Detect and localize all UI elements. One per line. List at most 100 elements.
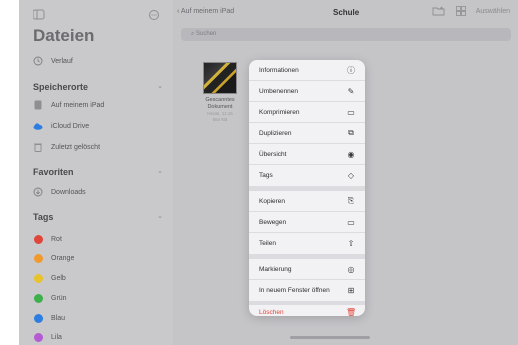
- home-indicator: [290, 336, 370, 339]
- sidebar-item-tag-blue[interactable]: Blau: [33, 310, 65, 326]
- document-thumbnail: [203, 62, 237, 94]
- sidebar-item-label: Zuletzt gelöscht: [51, 143, 101, 151]
- menu-item-label: Duplizieren: [259, 129, 292, 137]
- file-size: 554 KB: [212, 117, 228, 122]
- sidebar-item-recents[interactable]: Verlauf: [33, 53, 73, 69]
- menu-item-quick-look[interactable]: Übersicht ◉: [249, 144, 365, 165]
- menu-item-label: Kopieren: [259, 197, 286, 205]
- tag-color-dot: [33, 234, 43, 244]
- section-header-favorites[interactable]: Favoriten ⌄: [33, 167, 163, 177]
- menu-item-label: Übersicht: [259, 150, 287, 158]
- sidebar-item-tag-purple[interactable]: Lila: [33, 329, 62, 345]
- clock-icon: [33, 56, 43, 66]
- share-icon: ⇧: [347, 239, 355, 248]
- files-app-window: Dateien Verlauf Speicherorte ⌄ Auf meine…: [0, 0, 518, 345]
- sidebar-item-label: iCloud Drive: [51, 122, 90, 130]
- sidebar-toggle-icon[interactable]: [32, 9, 161, 21]
- menu-item-label: Bewegen: [259, 218, 287, 226]
- markup-icon: ◎: [347, 264, 355, 274]
- sidebar-item-recently-deleted[interactable]: Zuletzt gelöscht: [33, 139, 100, 155]
- section-title: Speicherorte: [33, 82, 89, 92]
- sidebar-item-label: Verlauf: [51, 57, 73, 65]
- ipad-icon: [33, 100, 43, 110]
- download-icon: [33, 187, 43, 197]
- menu-item-duplicate[interactable]: Duplizieren ⧉: [249, 123, 365, 144]
- search-field[interactable]: ⌕ Suchen: [181, 28, 511, 41]
- tag-icon: ◇: [347, 171, 355, 180]
- pencil-icon: ✎: [347, 86, 355, 96]
- page-title: Schule: [333, 8, 360, 17]
- info-icon: ⓘ: [347, 65, 355, 75]
- menu-item-label: Umbenennen: [259, 87, 299, 95]
- trash-icon: [33, 142, 43, 152]
- sidebar-item-tag-red[interactable]: Rot: [33, 231, 62, 247]
- menu-item-markup[interactable]: Markierung ◎: [249, 259, 365, 280]
- section-header-locations[interactable]: Speicherorte ⌄: [33, 82, 163, 92]
- file-item[interactable]: Gescanntes Dokument Heute, 11:15 554 KB: [200, 62, 240, 123]
- section-title: Favoriten: [33, 167, 74, 177]
- section-header-tags[interactable]: Tags ⌄: [33, 212, 163, 222]
- sidebar-item-downloads[interactable]: Downloads: [33, 184, 86, 200]
- menu-item-label: Teilen: [259, 240, 276, 247]
- menu-item-share[interactable]: Teilen ⇧: [249, 233, 365, 254]
- menu-item-label: Tags: [259, 172, 273, 179]
- sidebar-title: Dateien: [33, 26, 95, 45]
- copy-icon: ⎘: [347, 196, 355, 205]
- sidebar-item-label: Gelb: [51, 274, 66, 282]
- sidebar: Dateien Verlauf Speicherorte ⌄ Auf meine…: [19, 0, 173, 345]
- menu-item-label: Komprimieren: [259, 108, 300, 116]
- sidebar-item-label: Orange: [51, 254, 75, 262]
- menu-item-label: Markierung: [259, 265, 292, 273]
- chevron-down-icon: ⌄: [157, 213, 163, 220]
- menu-item-compress[interactable]: Komprimieren ▭: [249, 102, 365, 123]
- cloud-icon: [33, 121, 43, 131]
- sidebar-item-tag-green[interactable]: Grün: [33, 290, 67, 306]
- grid-view-icon[interactable]: [455, 6, 466, 16]
- back-label: Auf meinem iPad: [180, 8, 235, 15]
- menu-item-label: In neuem Fenster öffnen: [259, 287, 330, 294]
- section-title: Tags: [33, 212, 54, 222]
- menu-item-rename[interactable]: Umbenennen ✎: [249, 81, 365, 102]
- sidebar-item-label: Auf meinem iPad: [51, 101, 105, 109]
- trash-icon: 🗑: [346, 307, 357, 317]
- sidebar-item-label: Blau: [51, 314, 66, 322]
- menu-item-open-new-window[interactable]: In neuem Fenster öffnen ⊞: [249, 280, 365, 301]
- sidebar-item-tag-orange[interactable]: Orange: [33, 250, 74, 266]
- new-folder-icon[interactable]: [432, 6, 446, 16]
- menu-item-label: Informationen: [259, 66, 299, 74]
- tag-color-dot: [33, 273, 43, 283]
- select-button[interactable]: Auswählen: [476, 8, 510, 15]
- menu-item-move[interactable]: Bewegen ▭: [249, 212, 365, 233]
- context-menu: Informationen ⓘ Umbenennen ✎ Komprimiere…: [249, 60, 365, 316]
- duplicate-icon: ⧉: [348, 128, 354, 137]
- menu-item-delete[interactable]: Löschen 🗑: [249, 305, 365, 317]
- sidebar-item-on-my-ipad[interactable]: Auf meinem iPad: [33, 97, 104, 113]
- menu-item-copy[interactable]: Kopieren ⎘: [249, 191, 365, 212]
- toolbar-actions: Auswählen: [432, 6, 510, 16]
- tag-color-dot: [33, 332, 43, 342]
- tag-color-dot: [33, 253, 43, 263]
- file-name-line: Gescanntes: [205, 97, 235, 103]
- back-button[interactable]: ‹ Auf meinem iPad: [177, 8, 234, 15]
- chevron-down-icon: ⌄: [157, 83, 163, 90]
- sidebar-item-tag-yellow[interactable]: Gelb: [33, 270, 66, 286]
- chevron-down-icon: ⌄: [157, 168, 163, 175]
- menu-item-label: Löschen: [259, 308, 284, 316]
- folder-icon: ▭: [347, 217, 355, 227]
- eye-icon: ◉: [347, 149, 355, 159]
- tag-color-dot: [33, 313, 43, 323]
- tag-color-dot: [33, 293, 43, 303]
- file-name-line: Dokument: [207, 104, 233, 110]
- sidebar-item-label: Grün: [51, 294, 67, 302]
- new-window-icon: ⊞: [347, 286, 355, 295]
- search-placeholder: Suchen: [196, 31, 217, 37]
- sidebar-item-label: Downloads: [51, 188, 86, 196]
- sidebar-toolbar: [32, 8, 161, 21]
- menu-item-info[interactable]: Informationen ⓘ: [249, 60, 365, 81]
- navigation-bar: ‹ Auf meinem iPad Schule Auswählen: [173, 0, 518, 24]
- sidebar-item-icloud-drive[interactable]: iCloud Drive: [33, 118, 89, 134]
- sidebar-item-label: Lila: [51, 333, 62, 341]
- archive-icon: ▭: [347, 107, 355, 117]
- sidebar-item-label: Rot: [51, 235, 62, 243]
- menu-item-tags[interactable]: Tags ◇: [249, 165, 365, 186]
